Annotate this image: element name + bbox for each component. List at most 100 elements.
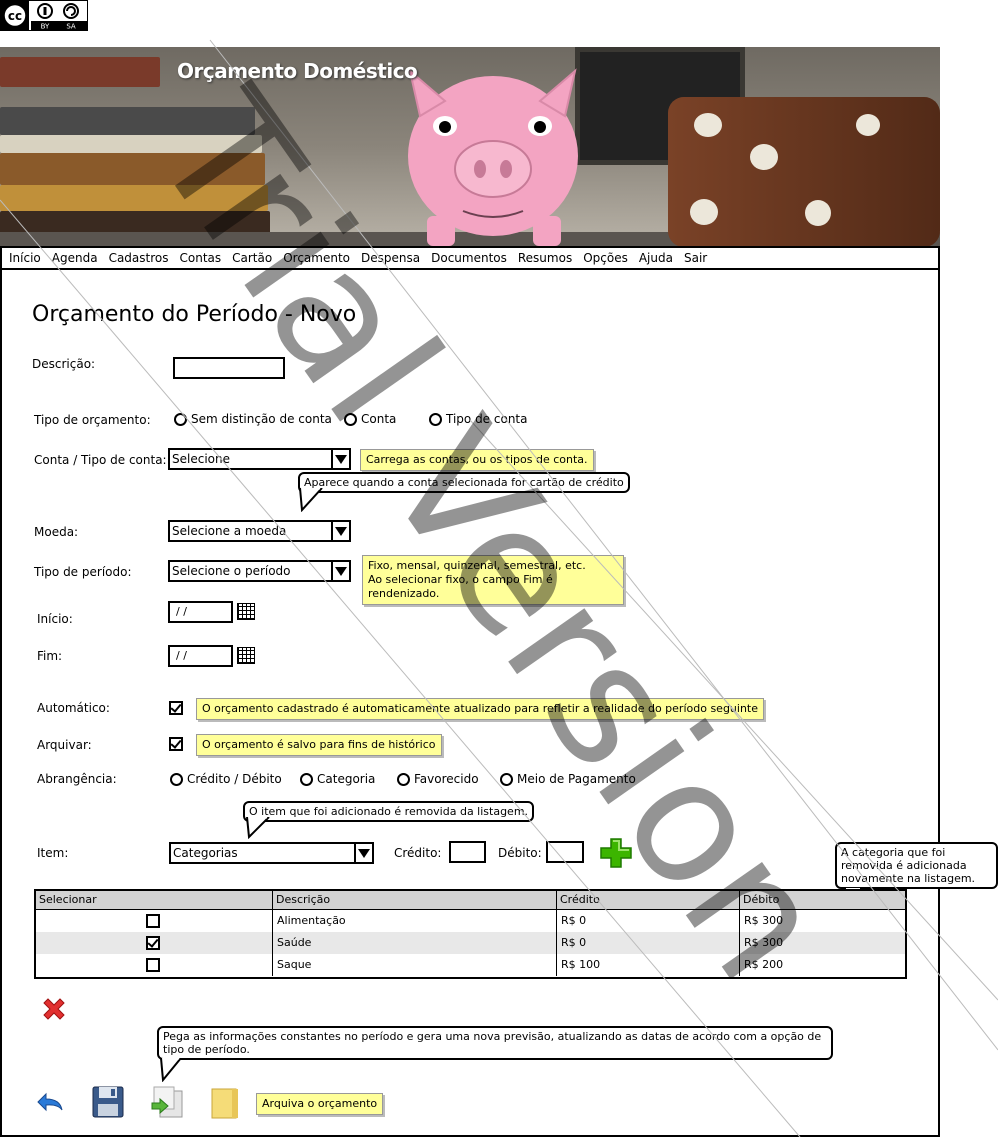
add-icon[interactable] [600, 838, 632, 868]
radio-label: Categoria [317, 772, 376, 786]
radio-circle[interactable] [170, 772, 183, 786]
menu-item-documentos[interactable]: Documentos [431, 251, 507, 265]
table-row[interactable]: Saúde R$ 0 R$ 300 [36, 932, 905, 954]
menu-item-ajuda[interactable]: Ajuda [639, 251, 673, 265]
menu-item-agenda[interactable]: Agenda [52, 251, 98, 265]
radio-circle[interactable] [500, 772, 513, 786]
debito-input[interactable] [546, 841, 584, 863]
conta-note: Carrega as contas, ou os tipos de conta. [360, 449, 594, 471]
chevron-down-icon[interactable] [331, 522, 349, 540]
menu-item-despensa[interactable]: Despensa [361, 251, 420, 265]
categoria-bubble: A categoria que foi removida é adicionad… [835, 842, 998, 889]
automatico-checkbox[interactable] [169, 701, 183, 715]
row-checkbox[interactable] [146, 936, 160, 950]
main-menu: Início Agenda Cadastros Contas Cartão Or… [0, 246, 940, 270]
bubble-tail [299, 488, 323, 512]
menu-item-sair[interactable]: Sair [684, 251, 707, 265]
radio-circle[interactable] [397, 772, 410, 786]
chevron-down-icon[interactable] [354, 844, 372, 862]
svg-text:cc: cc [8, 9, 22, 23]
conta-select-value: Selecione [172, 452, 230, 466]
table-cell-debito: R$ 300 [744, 936, 784, 949]
fim-date-input[interactable]: / / [168, 645, 233, 667]
table-header-descricao[interactable]: Descrição [273, 891, 557, 910]
remove-icon[interactable] [40, 995, 68, 1023]
moeda-select-value: Selecione a moeda [172, 524, 287, 538]
menu-item-resumos[interactable]: Resumos [518, 251, 572, 265]
table-header-debito[interactable]: Débito [740, 891, 905, 910]
descricao-label: Descrição: [32, 357, 96, 371]
radio-favorecido[interactable]: Favorecido [397, 772, 479, 786]
radio-label: Crédito / Débito [187, 772, 282, 786]
table-cell-debito: R$ 300 [744, 914, 784, 927]
table-cell-credito: R$ 100 [557, 954, 740, 976]
menu-item-contas[interactable]: Contas [180, 251, 222, 265]
header-banner: Orçamento Doméstico [0, 47, 940, 247]
automatico-label: Automático: [37, 701, 110, 715]
radio-conta[interactable]: Conta [344, 412, 396, 426]
automatico-note: O orçamento cadastrado é automaticamente… [196, 698, 765, 720]
table-cell-descricao: Alimentação [273, 910, 557, 932]
radio-meio-de-pagamento[interactable]: Meio de Pagamento [500, 772, 636, 786]
row-checkbox[interactable] [146, 958, 160, 972]
dice-icon [668, 97, 940, 247]
credito-label: Crédito: [394, 846, 442, 860]
previsao-bubble: Pega as informações constantes no períod… [157, 1026, 833, 1060]
calendar-icon[interactable] [237, 647, 255, 664]
bubble-tail [160, 1058, 182, 1082]
descricao-input[interactable] [173, 357, 285, 379]
arquivar-note: O orçamento é salvo para fins de históri… [196, 734, 442, 756]
debito-label: Débito: [498, 846, 542, 860]
svg-text:SA: SA [66, 23, 76, 31]
radio-sem-distincao[interactable]: Sem distinção de conta [174, 412, 332, 426]
page-title: Orçamento do Período - Novo [32, 302, 357, 327]
radio-circle[interactable] [174, 412, 187, 426]
conta-label: Conta / Tipo de conta: [34, 453, 167, 467]
svg-text:BY: BY [41, 23, 50, 31]
generate-forecast-icon[interactable] [150, 1085, 186, 1119]
chevron-down-icon[interactable] [331, 562, 349, 580]
credito-input[interactable] [449, 841, 486, 863]
bubble-tail [246, 817, 270, 839]
conta-select[interactable]: Selecione [168, 448, 351, 470]
archive-folder-icon[interactable] [208, 1086, 242, 1120]
tipo-orcamento-label: Tipo de orçamento: [34, 413, 151, 427]
site-title: Orçamento Doméstico [177, 59, 418, 83]
periodo-note: Fixo, mensal, quinzenal, semestral, etc.… [362, 555, 624, 605]
table-header-selecionar[interactable]: Selecionar [36, 891, 273, 910]
radio-categoria[interactable]: Categoria [300, 772, 375, 786]
table-row[interactable]: Alimentação R$ 0 R$ 300 [36, 910, 905, 932]
menu-item-opcoes[interactable]: Opções [583, 251, 628, 265]
moeda-select[interactable]: Selecione a moeda [168, 520, 351, 542]
inicio-date-input[interactable]: / / [168, 601, 233, 623]
save-icon[interactable] [91, 1085, 125, 1119]
moeda-label: Moeda: [34, 525, 79, 539]
calendar-icon[interactable] [237, 603, 255, 620]
radio-circle[interactable] [429, 412, 442, 426]
periodo-select-value: Selecione o período [172, 564, 291, 578]
menu-item-orcamento[interactable]: Orçamento [283, 251, 350, 265]
item-select[interactable]: Categorias [169, 842, 374, 864]
radio-circle[interactable] [344, 412, 357, 426]
arquivar-orcamento-note: Arquiva o orçamento [256, 1093, 384, 1115]
table-cell-descricao: Saque [273, 954, 557, 976]
chevron-down-icon[interactable] [331, 450, 349, 468]
items-table: Selecionar Descrição Crédito Débito Alim… [34, 889, 907, 979]
table-header-credito[interactable]: Crédito [557, 891, 740, 910]
menu-item-inicio[interactable]: Início [9, 251, 41, 265]
radio-credito-debito[interactable]: Crédito / Débito [170, 772, 282, 786]
periodo-select[interactable]: Selecione o período [168, 560, 351, 582]
arquivar-checkbox[interactable] [169, 737, 183, 751]
radio-label: Favorecido [414, 772, 479, 786]
radio-circle[interactable] [300, 772, 313, 786]
radio-tipo-de-conta[interactable]: Tipo de conta [429, 412, 528, 426]
menu-item-cartao[interactable]: Cartão [232, 251, 272, 265]
item-bubble: O item que foi adicionado é removida da … [243, 801, 535, 822]
table-cell-debito: R$ 200 [744, 958, 784, 971]
menu-item-cadastros[interactable]: Cadastros [109, 251, 169, 265]
table-cell-credito: R$ 0 [557, 910, 740, 932]
undo-icon[interactable] [34, 1088, 66, 1120]
item-label: Item: [37, 846, 69, 860]
table-row[interactable]: Saque R$ 100 R$ 200 [36, 954, 905, 976]
row-checkbox[interactable] [146, 914, 160, 928]
